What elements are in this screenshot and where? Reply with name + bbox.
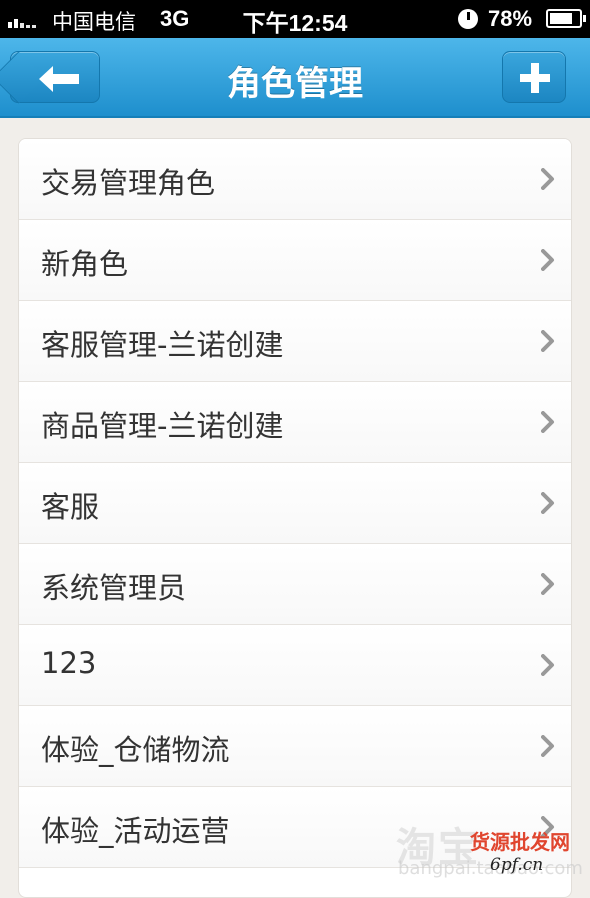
role-name: 体验_仓储物流 bbox=[41, 733, 230, 767]
role-list-item[interactable]: 商品管理-兰诺创建 bbox=[19, 382, 571, 463]
role-name: 系统管理员 bbox=[41, 571, 187, 605]
chevron-right-icon bbox=[541, 573, 554, 595]
chevron-right-icon bbox=[541, 735, 554, 757]
watermark-logo-text: 货源批发网 bbox=[470, 830, 570, 854]
status-bar: 中国电信 3G 下午12:54 78% bbox=[0, 0, 590, 38]
chevron-right-icon bbox=[541, 654, 554, 676]
role-list-item[interactable]: 系统管理员 bbox=[19, 544, 571, 625]
chevron-right-icon bbox=[541, 168, 554, 190]
chevron-right-icon bbox=[541, 330, 554, 352]
navigation-bar: 角色管理 bbox=[0, 38, 590, 118]
role-list-item[interactable]: 新角色 bbox=[19, 220, 571, 301]
watermark-logo-url: 6pf.cn bbox=[490, 855, 544, 875]
role-name: 客服 bbox=[41, 490, 100, 524]
add-role-button[interactable] bbox=[502, 51, 566, 103]
role-list-item[interactable]: 体验_仓储物流 bbox=[19, 706, 571, 787]
role-name: 交易管理角色 bbox=[41, 166, 216, 200]
role-list-item[interactable]: 交易管理角色 bbox=[19, 139, 571, 220]
role-name: 商品管理-兰诺创建 bbox=[41, 409, 284, 443]
chevron-right-icon bbox=[541, 492, 554, 514]
role-name: 123 bbox=[41, 646, 97, 680]
role-list: 交易管理角色 新角色客服管理-兰诺创建 商品管理-兰诺创建 客服系统管理员 123 体验_… bbox=[18, 138, 572, 898]
role-name: 体验_活动运营 bbox=[41, 814, 230, 848]
alarm-clock-icon bbox=[458, 9, 478, 29]
role-list-item[interactable]: 客服 bbox=[19, 463, 571, 544]
plus-icon bbox=[520, 63, 550, 93]
role-list-item[interactable]: 客服管理-兰诺创建 bbox=[19, 301, 571, 382]
battery-percent: 78% bbox=[488, 6, 533, 31]
battery-icon bbox=[546, 9, 586, 28]
role-name: 新角色 bbox=[41, 247, 129, 281]
chevron-right-icon bbox=[541, 411, 554, 433]
role-list-item[interactable]: 123 bbox=[19, 625, 571, 706]
role-name: 客服管理-兰诺创建 bbox=[41, 328, 284, 362]
chevron-right-icon bbox=[541, 249, 554, 271]
